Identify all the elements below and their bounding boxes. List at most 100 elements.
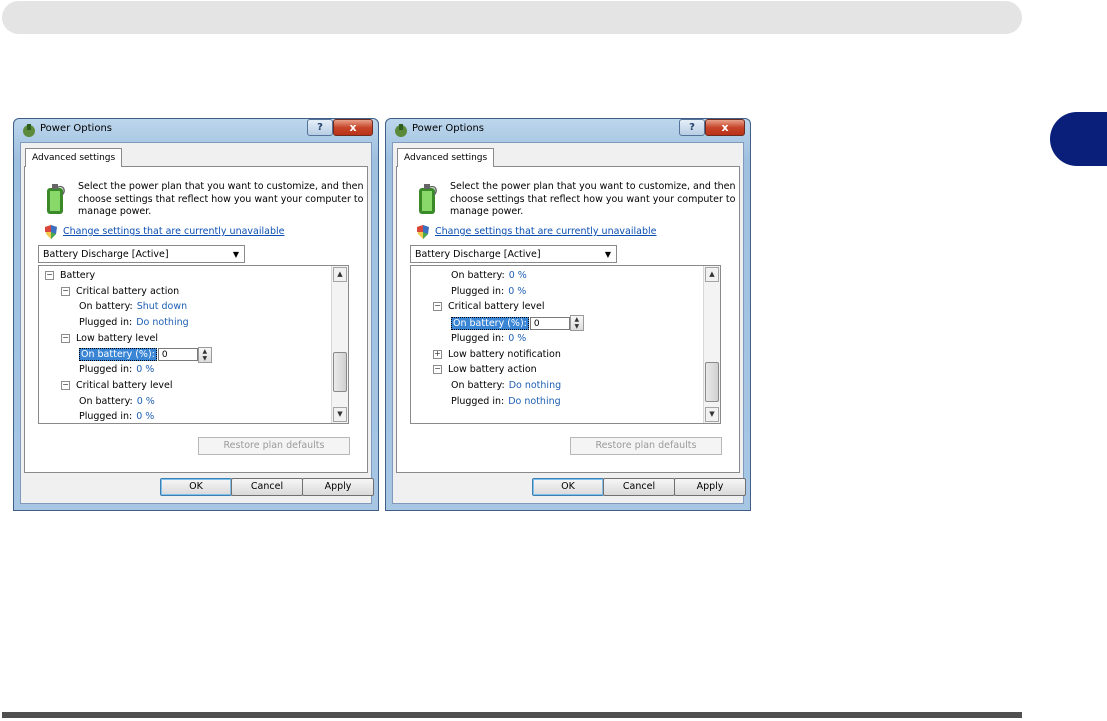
setting-value-link[interactable]: 0 % — [508, 333, 526, 344]
restore-defaults-button[interactable]: Restore plan defaults — [198, 437, 350, 455]
tree-row[interactable]: − Critical battery level — [433, 299, 545, 314]
settings-scrollbar[interactable]: ▲ ▼ — [703, 266, 720, 423]
tree-row[interactable]: Plugged in: 0 % — [451, 331, 526, 346]
scrollbar-thumb[interactable] — [333, 351, 347, 392]
help-button[interactable]: ? — [307, 119, 333, 136]
advanced-settings-panel: Select the power plan that you want to c… — [396, 166, 740, 473]
ok-button[interactable]: OK — [532, 478, 604, 496]
tree-row[interactable]: On battery (%): 0 ▲ ▼ — [79, 346, 212, 363]
spinner-arrows-icon[interactable]: ▲ ▼ — [197, 346, 212, 363]
setting-label: Plugged in: — [451, 395, 505, 407]
footer-rule — [2, 712, 1022, 718]
setting-label: Low battery level — [76, 332, 159, 344]
tree-row[interactable]: On battery: 0 % — [451, 268, 527, 283]
close-button[interactable]: x — [705, 119, 745, 136]
setting-label: Plugged in: — [451, 285, 505, 297]
expand-icon[interactable]: + — [433, 349, 442, 359]
title-bar[interactable]: Power Options ? x — [385, 118, 751, 142]
help-button[interactable]: ? — [679, 119, 705, 136]
uac-shield-icon — [45, 225, 57, 239]
chevron-down-icon[interactable]: ▼ — [605, 246, 611, 264]
setting-value-link[interactable]: Do nothing — [508, 396, 560, 407]
scrollbar-thumb[interactable] — [705, 362, 719, 403]
collapse-icon[interactable]: − — [61, 333, 70, 343]
setting-label: On battery: — [79, 301, 133, 313]
battery-percent-input[interactable]: 0 — [157, 348, 198, 361]
tree-row[interactable]: Plugged in: Do nothing — [451, 394, 561, 409]
battery-percent-input[interactable]: 0 — [529, 316, 570, 330]
tab-advanced-settings[interactable]: Advanced settings — [397, 148, 495, 167]
setting-label: On battery: — [451, 270, 505, 281]
settings-scrollbar[interactable]: ▲ ▼ — [331, 266, 348, 423]
power-plan-value: Battery Discharge [Active] — [43, 249, 169, 260]
setting-label: On battery: — [451, 379, 505, 391]
setting-value-link[interactable]: 0 % — [137, 396, 155, 407]
setting-value-link[interactable]: Shut down — [137, 301, 187, 312]
setting-value-link[interactable]: Do nothing — [509, 380, 561, 391]
intro-text: Select the power plan that you want to c… — [450, 181, 736, 217]
collapse-icon[interactable]: − — [433, 365, 442, 375]
power-options-icon — [395, 124, 407, 137]
power-options-icon — [23, 124, 35, 137]
apply-button[interactable]: Apply — [674, 478, 746, 496]
tree-row[interactable]: Plugged in: Do nothing — [79, 315, 189, 330]
title-bar[interactable]: Power Options ? x — [13, 118, 379, 142]
scroll-up-icon[interactable]: ▲ — [705, 267, 719, 282]
apply-button[interactable]: Apply — [302, 478, 374, 496]
settings-tree[interactable]: − Battery − Critical battery action On batte… — [38, 265, 349, 424]
tree-row[interactable]: On battery: 0 % — [79, 394, 155, 409]
collapse-icon[interactable]: − — [45, 271, 54, 280]
power-plan-dropdown[interactable]: Battery Discharge [Active] ▼ — [38, 245, 245, 263]
setting-value-link[interactable]: 0 % — [509, 270, 527, 281]
power-options-dialog-2: Power Options ? x Advanced settings Sele… — [385, 118, 751, 511]
setting-label: Plugged in: — [79, 364, 133, 376]
restore-defaults-button[interactable]: Restore plan defaults — [570, 437, 722, 455]
ok-button[interactable]: OK — [160, 478, 232, 496]
tree-row[interactable]: + Low battery notification — [433, 347, 561, 362]
power-plan-dropdown[interactable]: Battery Discharge [Active] ▼ — [410, 245, 617, 263]
tree-row[interactable]: − Battery — [45, 268, 95, 283]
tree-row[interactable]: − Critical battery level — [61, 378, 173, 393]
setting-value-link[interactable]: 0 % — [508, 286, 526, 297]
tree-row[interactable]: On battery (%): 0 ▲ ▼ — [451, 315, 584, 332]
close-button[interactable]: x — [333, 119, 373, 136]
cancel-button[interactable]: Cancel — [603, 478, 675, 496]
tree-row[interactable]: − Low battery action — [433, 362, 537, 377]
dialog-client: Advanced settings Select the power plan … — [20, 142, 374, 504]
spinner-arrows-icon[interactable]: ▲ ▼ — [569, 315, 584, 332]
setting-label: Battery — [60, 270, 96, 281]
setting-label: Plugged in: — [79, 411, 133, 423]
tree-row[interactable]: Plugged in: 0 % — [79, 409, 154, 423]
tab-advanced-settings[interactable]: Advanced settings — [25, 148, 123, 167]
settings-tree[interactable]: On battery: 0 % Plugged in: 0 % − Critical ba… — [410, 265, 721, 424]
change-settings-link[interactable]: Change settings that are currently unava… — [435, 226, 656, 237]
power-plan-value: Battery Discharge [Active] — [415, 249, 541, 260]
setting-value-link[interactable]: Do nothing — [136, 317, 188, 328]
setting-label: Plugged in: — [451, 332, 505, 344]
setting-label: On battery (%): — [451, 316, 529, 330]
setting-label: Low battery action — [448, 364, 537, 376]
setting-value-link[interactable]: 0 % — [136, 411, 154, 422]
scroll-down-icon[interactable]: ▼ — [333, 407, 347, 422]
tree-row[interactable]: − Low battery level — [61, 331, 158, 346]
setting-label: Critical battery level — [448, 301, 545, 313]
setting-label: On battery: — [79, 395, 133, 407]
tree-row[interactable]: Plugged in: 0 % — [79, 362, 154, 377]
header-banner — [2, 1, 1022, 34]
chevron-down-icon[interactable]: ▼ — [233, 246, 239, 264]
cancel-button[interactable]: Cancel — [231, 478, 303, 496]
collapse-icon[interactable]: − — [61, 286, 70, 296]
collapse-icon[interactable]: − — [433, 302, 442, 312]
tree-row[interactable]: On battery: Shut down — [79, 299, 187, 314]
tree-row[interactable]: Plugged in: 0 % — [451, 284, 526, 299]
tree-row[interactable]: − Critical battery action — [61, 284, 179, 299]
battery-icon — [47, 184, 65, 214]
collapse-icon[interactable]: − — [61, 380, 70, 390]
change-settings-link[interactable]: Change settings that are currently unava… — [63, 226, 284, 237]
scroll-up-icon[interactable]: ▲ — [333, 267, 347, 282]
scroll-down-icon[interactable]: ▼ — [705, 407, 719, 422]
tree-row[interactable]: On battery: Do nothing — [451, 378, 561, 393]
setting-label: Low battery notification — [448, 348, 561, 360]
dialog-client: Advanced settings Select the power plan … — [392, 142, 746, 504]
setting-value-link[interactable]: 0 % — [136, 364, 154, 375]
